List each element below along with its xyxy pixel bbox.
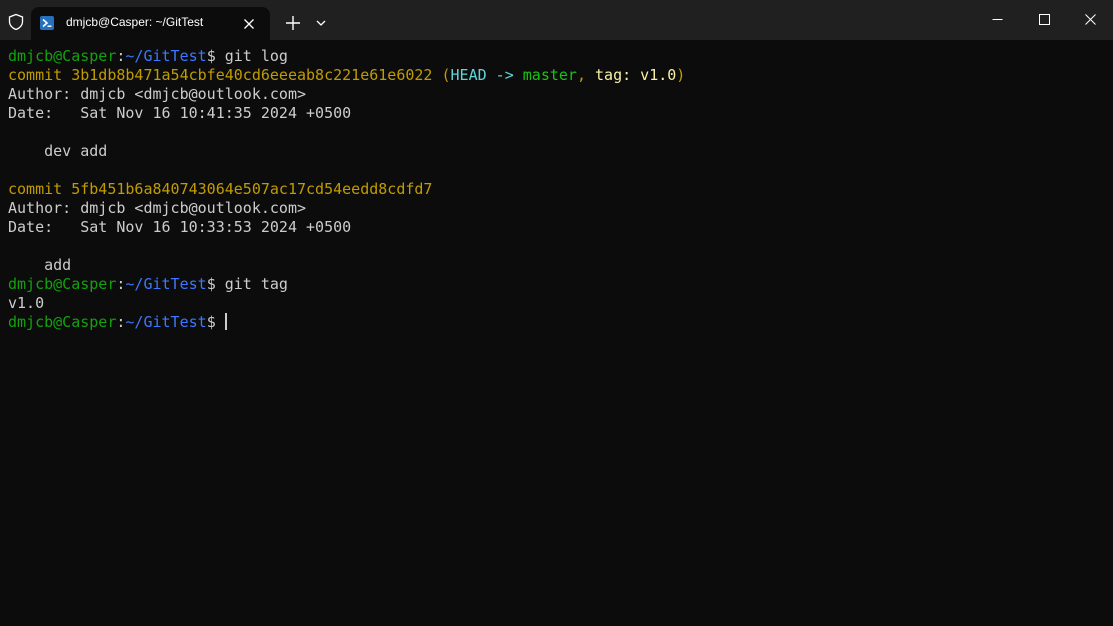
terminal-output[interactable]: dmjcb@Casper:~/GitTest$ git log commit 3… [8,47,1098,617]
terminal-window: dmjcb@Casper: ~/GitTest dmjcb@Casper:~/G… [0,0,1113,626]
commit-hash: commit 5fb451b6a840743064e507ac17cd54eed… [8,180,433,198]
ref-head: HEAD -> [450,66,523,84]
prompt-line: dmjcb@Casper:~/GitTest$ git tag [8,275,1098,294]
shield-icon[interactable] [7,13,25,31]
commit-hash: commit 3b1db8b471a54cbfe40cd6eeeab8c221e… [8,66,433,84]
window-close-icon [1085,14,1096,25]
ref-branch: master [522,66,577,84]
tag-output: v1.0 [8,294,45,312]
prompt-path: ~/GitTest [125,275,207,293]
command-text: git tag [224,275,288,293]
maximize-button[interactable] [1021,0,1067,40]
author-line: Author: dmjcb <dmjcb@outlook.com> [8,199,307,217]
maximize-icon [1039,14,1050,25]
command-text: git log [224,47,288,65]
plus-icon[interactable] [283,13,303,33]
title-bar[interactable]: dmjcb@Casper: ~/GitTest [0,0,1113,40]
ref-paren-open: ( [432,66,451,84]
prompt-user: dmjcb@Casper [8,47,117,65]
window-close-button[interactable] [1067,0,1113,40]
ref-paren-close: ) [676,66,686,84]
prompt-dollar: $ [206,47,225,65]
close-icon[interactable] [242,17,256,31]
ref-tag: tag: v1.0 [595,66,677,84]
ref-comma: , [576,66,596,84]
date-line: Date: Sat Nov 16 10:33:53 2024 +0500 [8,218,352,236]
prompt-user: dmjcb@Casper [8,313,117,331]
tab-title: dmjcb@Casper: ~/GitTest [66,15,204,29]
minimize-button[interactable] [974,0,1020,40]
author-line: Author: dmjcb <dmjcb@outlook.com> [8,85,307,103]
minimize-icon [992,19,1003,20]
commit-line: commit 5fb451b6a840743064e507ac17cd54eed… [8,180,1098,199]
prompt-dollar: $ [206,313,225,331]
prompt-user: dmjcb@Casper [8,275,117,293]
prompt-path: ~/GitTest [125,313,207,331]
tab-terminal[interactable]: dmjcb@Casper: ~/GitTest [31,7,270,40]
chevron-down-icon[interactable] [313,15,329,31]
prompt-dollar: $ [206,275,225,293]
commit-message: add [8,256,72,274]
prompt-line: dmjcb@Casper:~/GitTest$ [8,313,1098,332]
powershell-icon [40,16,54,30]
prompt-line: dmjcb@Casper:~/GitTest$ git log [8,47,1098,66]
text-cursor[interactable] [224,313,227,330]
prompt-path: ~/GitTest [125,47,207,65]
commit-message: dev add [8,142,108,160]
date-line: Date: Sat Nov 16 10:41:35 2024 +0500 [8,104,352,122]
commit-line: commit 3b1db8b471a54cbfe40cd6eeeab8c221e… [8,66,1098,85]
